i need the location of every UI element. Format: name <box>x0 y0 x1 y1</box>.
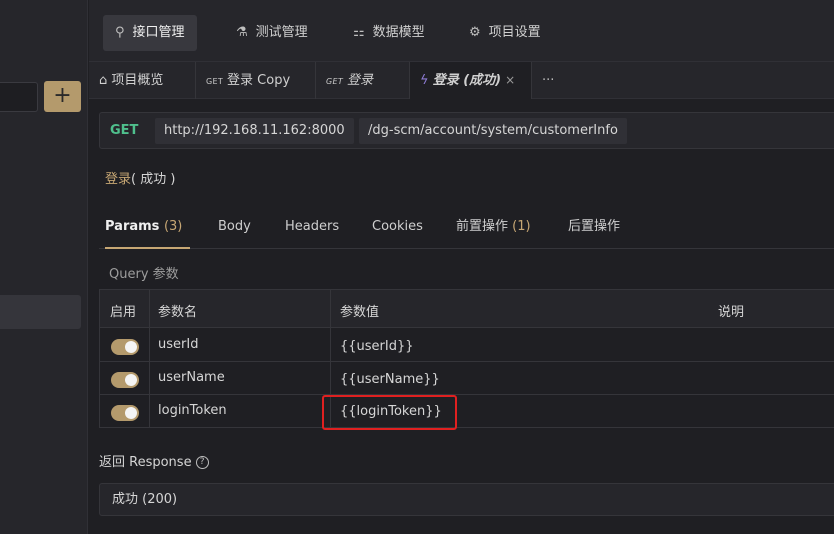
tab-label: 登录 (成功) <box>432 73 502 88</box>
enable-toggle[interactable] <box>111 372 139 388</box>
add-button[interactable]: + <box>44 81 81 112</box>
tab-label: 项目概览 <box>111 73 164 88</box>
column-divider <box>149 290 150 427</box>
sidebar-search-input[interactable] <box>0 82 38 112</box>
path-field[interactable]: /dg-scm/account/system/customerInfo <box>359 118 627 144</box>
nav-label: 测试管理 <box>255 25 308 40</box>
method-tag: GET <box>206 77 224 86</box>
response-status-box[interactable]: 成功 (200) <box>99 483 834 516</box>
method-tag: GET <box>326 77 344 86</box>
enable-toggle[interactable] <box>111 405 139 421</box>
sidebar-selected-item[interactable] <box>0 295 81 329</box>
bank-icon: ⌂ <box>99 73 108 88</box>
api-title: 登录( 成功 ) <box>105 168 175 187</box>
query-params-label: Query 参数 <box>109 267 179 282</box>
param-name-cell[interactable]: loginToken <box>158 403 227 418</box>
method-selector[interactable]: GET <box>110 113 138 148</box>
tab-login[interactable]: GET 登录 <box>316 62 410 99</box>
highlight-box <box>322 395 457 430</box>
header-description: 说明 <box>718 305 745 320</box>
help-icon[interactable]: ? <box>195 456 209 469</box>
tab-headers[interactable]: Headers <box>285 207 339 249</box>
tab-count: (3) <box>163 219 183 234</box>
sitemap-icon: ⚏ <box>353 25 365 40</box>
param-value-cell[interactable]: {{userId}} <box>340 339 414 354</box>
tab-pre-operations[interactable]: 前置操作 (1) <box>456 207 531 249</box>
api-name: 登录 <box>105 172 132 187</box>
param-name-cell[interactable]: userName <box>158 370 225 385</box>
flask-icon: ⚗ <box>236 25 248 40</box>
url-bar: GET http://192.168.11.162:8000 /dg-scm/a… <box>99 112 834 149</box>
row-divider <box>100 394 834 395</box>
nav-test-management[interactable]: ⚗ 测试管理 <box>224 15 320 51</box>
sidebar: + <box>0 0 88 534</box>
tab-label: 登录 <box>347 73 374 88</box>
tab-label: Params <box>105 219 160 234</box>
param-name-cell[interactable]: userId <box>158 337 198 352</box>
close-icon[interactable]: × <box>505 73 515 87</box>
tab-login-success[interactable]: ϟ 登录 (成功) × <box>410 62 532 99</box>
tab-more[interactable]: ··· <box>532 62 572 99</box>
response-status: 成功 (200) <box>112 492 178 507</box>
tab-post-operations[interactable]: 后置操作 <box>568 207 620 249</box>
header-param-name: 参数名 <box>158 305 198 320</box>
nav-label: 接口管理 <box>132 25 185 40</box>
nav-api-management[interactable]: ⚲ 接口管理 <box>103 15 197 51</box>
nav-label: 数据模型 <box>372 25 425 40</box>
tab-login-copy[interactable]: GET 登录 Copy <box>196 62 316 99</box>
request-tabs: Params (3) Body Headers Cookies 前置操作 (1)… <box>99 207 834 249</box>
response-title: 返回 Response <box>99 455 192 470</box>
more-icon: ··· <box>542 73 555 88</box>
gear-icon: ⚙ <box>469 25 481 40</box>
tab-body[interactable]: Body <box>218 207 251 249</box>
tab-cookies[interactable]: Cookies <box>372 207 423 249</box>
tab-count: (1) <box>512 219 531 234</box>
row-divider <box>100 361 834 362</box>
api-status: ( 成功 ) <box>131 172 176 187</box>
response-label: 返回 Response? <box>99 451 209 470</box>
tab-label: 登录 Copy <box>227 73 291 88</box>
tab-label: 前置操作 <box>456 219 509 234</box>
bolt-icon: ϟ <box>420 73 429 88</box>
nav-project-settings[interactable]: ⚙ 项目设置 <box>457 15 553 51</box>
base-url-field[interactable]: http://192.168.11.162:8000 <box>155 118 354 144</box>
top-navigation: ⚲ 接口管理 ⚗ 测试管理 ⚏ 数据模型 ⚙ 项目设置 <box>89 0 834 62</box>
header-enabled: 启用 <box>110 305 137 320</box>
enable-toggle[interactable] <box>111 339 139 355</box>
nav-label: 项目设置 <box>488 25 541 40</box>
header-param-value: 参数值 <box>340 305 380 320</box>
link-icon: ⚲ <box>115 25 125 40</box>
main-panel: ⚲ 接口管理 ⚗ 测试管理 ⚏ 数据模型 ⚙ 项目设置 ⌂ 项目概览 GET 登录 Cop… <box>89 0 834 534</box>
params-table: 启用 参数名 参数值 说明 userId {{userId}} userName… <box>99 289 834 430</box>
tab-bar: ⌂ 项目概览 GET 登录 Copy GET 登录 ϟ 登录 (成功) × ··· <box>89 62 834 99</box>
tab-params[interactable]: Params (3) <box>105 207 191 249</box>
param-value-cell[interactable]: {{userName}} <box>340 372 440 387</box>
nav-data-model[interactable]: ⚏ 数据模型 <box>341 15 437 51</box>
tab-project-overview[interactable]: ⌂ 项目概览 <box>89 62 196 99</box>
